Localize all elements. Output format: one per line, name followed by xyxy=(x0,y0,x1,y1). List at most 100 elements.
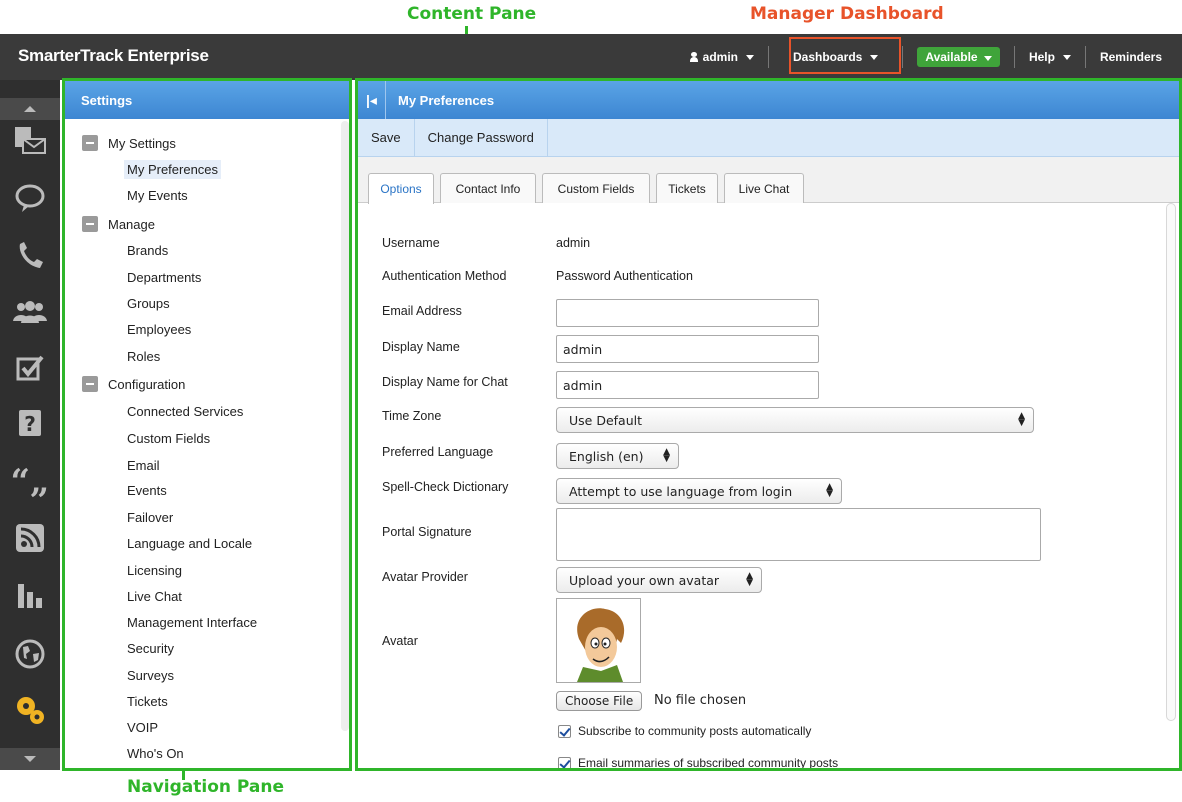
content-toolbar: Save Change Password xyxy=(358,119,1179,157)
user-icon xyxy=(689,52,698,62)
tab-custom-fields[interactable]: Custom Fields xyxy=(542,173,650,203)
checkbox-icon[interactable] xyxy=(0,341,60,395)
help-menu[interactable]: Help xyxy=(1013,46,1085,68)
user-menu[interactable]: admin xyxy=(676,46,768,68)
help-menu-label: Help xyxy=(1028,50,1055,64)
change-password-button[interactable]: Change Password xyxy=(415,119,548,156)
email-address-label: Email Address xyxy=(382,304,462,318)
tree-item-security[interactable]: Security xyxy=(124,639,177,658)
content-scrollbar[interactable] xyxy=(1166,203,1176,721)
avatar-provider-select[interactable]: Upload your own avatar ▲ ▼ xyxy=(556,567,762,593)
content-pane: |◂ My Preferences Save Change Password O… xyxy=(355,78,1182,771)
spell-check-select[interactable]: Attempt to use language from login ▲ ▼ xyxy=(556,478,842,504)
collapse-icon[interactable] xyxy=(82,135,98,151)
navigation-scrollbar[interactable] xyxy=(341,121,349,731)
preferred-language-label: Preferred Language xyxy=(382,445,494,459)
tree-node-configuration[interactable]: Configuration xyxy=(82,376,185,392)
display-name-chat-label: Display Name for Chat xyxy=(382,375,508,389)
tree-item-departments[interactable]: Departments xyxy=(124,268,204,287)
navigation-pane: Settings My Settings My Preferences My E… xyxy=(62,78,352,771)
tree-node-manage[interactable]: Manage xyxy=(82,216,155,232)
display-name-input[interactable]: admin xyxy=(556,335,819,363)
app-brand: SmarterTrack Enterprise xyxy=(18,46,209,65)
tree-item-failover[interactable]: Failover xyxy=(124,508,176,527)
display-name-chat-input[interactable]: admin xyxy=(556,371,819,399)
navigation-tree: My Settings My Preferences My Events Man… xyxy=(65,119,341,768)
preferred-language-value: English (en) xyxy=(569,448,644,464)
collapse-pane-icon[interactable]: |◂ xyxy=(358,81,386,119)
tree-node-label: Configuration xyxy=(108,376,186,392)
choose-file-button[interactable]: Choose File xyxy=(556,691,643,711)
email-address-input[interactable] xyxy=(556,299,819,327)
tree-node-label: My Settings xyxy=(108,135,176,151)
select-arrows-icon: ▲ ▼ xyxy=(746,571,753,588)
tree-item-my-preferences[interactable]: My Preferences xyxy=(124,160,222,179)
tree-item-events[interactable]: Events xyxy=(124,481,170,500)
auth-method-label: Authentication Method xyxy=(382,269,507,283)
tree-item-whos-on[interactable]: Who's On xyxy=(124,744,187,763)
portal-signature-textarea[interactable] xyxy=(556,508,1041,561)
tree-item-roles[interactable]: Roles xyxy=(124,347,163,366)
time-zone-select[interactable]: Use Default ▲ ▼ xyxy=(556,407,1034,433)
navigation-pane-title: Settings xyxy=(81,92,133,108)
email-summaries-checkbox-row[interactable]: Email summaries of subscribed community … xyxy=(558,756,839,770)
collapse-icon[interactable] xyxy=(82,216,98,232)
avatar-provider-label: Avatar Provider xyxy=(382,570,468,584)
tree-node-my-settings[interactable]: My Settings xyxy=(82,135,176,151)
tree-item-licensing[interactable]: Licensing xyxy=(124,561,185,580)
content-pane-header: |◂ My Preferences xyxy=(358,81,1179,119)
tree-item-surveys[interactable]: Surveys xyxy=(124,666,177,685)
tree-item-email[interactable]: Email xyxy=(124,456,163,475)
preferred-language-select[interactable]: English (en) ▲ ▼ xyxy=(556,443,679,469)
bar-chart-icon[interactable] xyxy=(0,569,60,623)
tab-live-chat[interactable]: Live Chat xyxy=(724,173,804,203)
save-button[interactable]: Save xyxy=(358,119,415,156)
tree-item-live-chat[interactable]: Live Chat xyxy=(124,587,185,606)
annotation-navigation-pane-pointer xyxy=(182,770,185,780)
navigation-pane-header: Settings xyxy=(65,81,349,119)
display-name-label: Display Name xyxy=(382,340,460,354)
avatar-label: Avatar xyxy=(382,634,418,648)
chat-bubble-icon[interactable] xyxy=(0,171,60,225)
tree-item-management-interface[interactable]: Management Interface xyxy=(124,613,260,632)
select-arrows-icon: ▲ ▼ xyxy=(826,482,833,499)
tab-contact-info[interactable]: Contact Info xyxy=(440,173,536,203)
tree-item-employees[interactable]: Employees xyxy=(124,320,194,339)
tree-item-connected-services[interactable]: Connected Services xyxy=(124,402,246,421)
tree-item-language-and-locale[interactable]: Language and Locale xyxy=(124,534,255,553)
rail-scroll-down-button[interactable] xyxy=(0,748,60,770)
tree-item-brands[interactable]: Brands xyxy=(124,241,171,260)
tree-item-voip[interactable]: VOIP xyxy=(124,718,161,737)
phone-icon[interactable] xyxy=(0,229,60,283)
tree-item-tickets[interactable]: Tickets xyxy=(124,692,171,711)
annotation-navigation-pane: Navigation Pane xyxy=(127,777,285,797)
globe-icon[interactable] xyxy=(0,627,60,681)
tab-bar: Options Contact Info Custom Fields Ticke… xyxy=(358,157,1179,204)
annotation-manager-dashboard: Manager Dashboard xyxy=(750,4,944,24)
time-zone-value: Use Default xyxy=(569,412,642,428)
email-summaries-checkbox[interactable] xyxy=(558,756,571,768)
email-summaries-label: Email summaries of subscribed community … xyxy=(578,756,839,770)
people-icon[interactable] xyxy=(0,285,60,339)
username-label: Username xyxy=(382,236,440,250)
gears-icon[interactable] xyxy=(0,683,60,737)
collapse-icon[interactable] xyxy=(82,376,98,392)
reminders-link[interactable]: Reminders xyxy=(1084,46,1182,68)
question-icon[interactable]: ? xyxy=(0,397,60,451)
rss-icon[interactable] xyxy=(0,511,60,565)
subscribe-checkbox-row[interactable]: Subscribe to community posts automatical… xyxy=(558,724,811,738)
chevron-down-icon xyxy=(983,56,992,61)
icon-rail: ? “„ xyxy=(0,80,60,770)
status-menu[interactable]: Available xyxy=(902,46,1014,68)
select-arrows-icon: ▲ ▼ xyxy=(663,447,670,464)
tree-item-custom-fields[interactable]: Custom Fields xyxy=(124,429,213,448)
tab-options[interactable]: Options xyxy=(368,173,434,204)
portal-signature-label: Portal Signature xyxy=(382,525,472,539)
select-arrows-icon: ▲ ▼ xyxy=(1018,411,1025,428)
quote-icon[interactable]: “„ xyxy=(0,455,60,509)
subscribe-checkbox[interactable] xyxy=(558,724,571,738)
tickets-icon[interactable] xyxy=(0,113,60,167)
tree-item-my-events[interactable]: My Events xyxy=(124,186,191,205)
tab-tickets[interactable]: Tickets xyxy=(656,173,718,203)
tree-item-groups[interactable]: Groups xyxy=(124,294,173,313)
